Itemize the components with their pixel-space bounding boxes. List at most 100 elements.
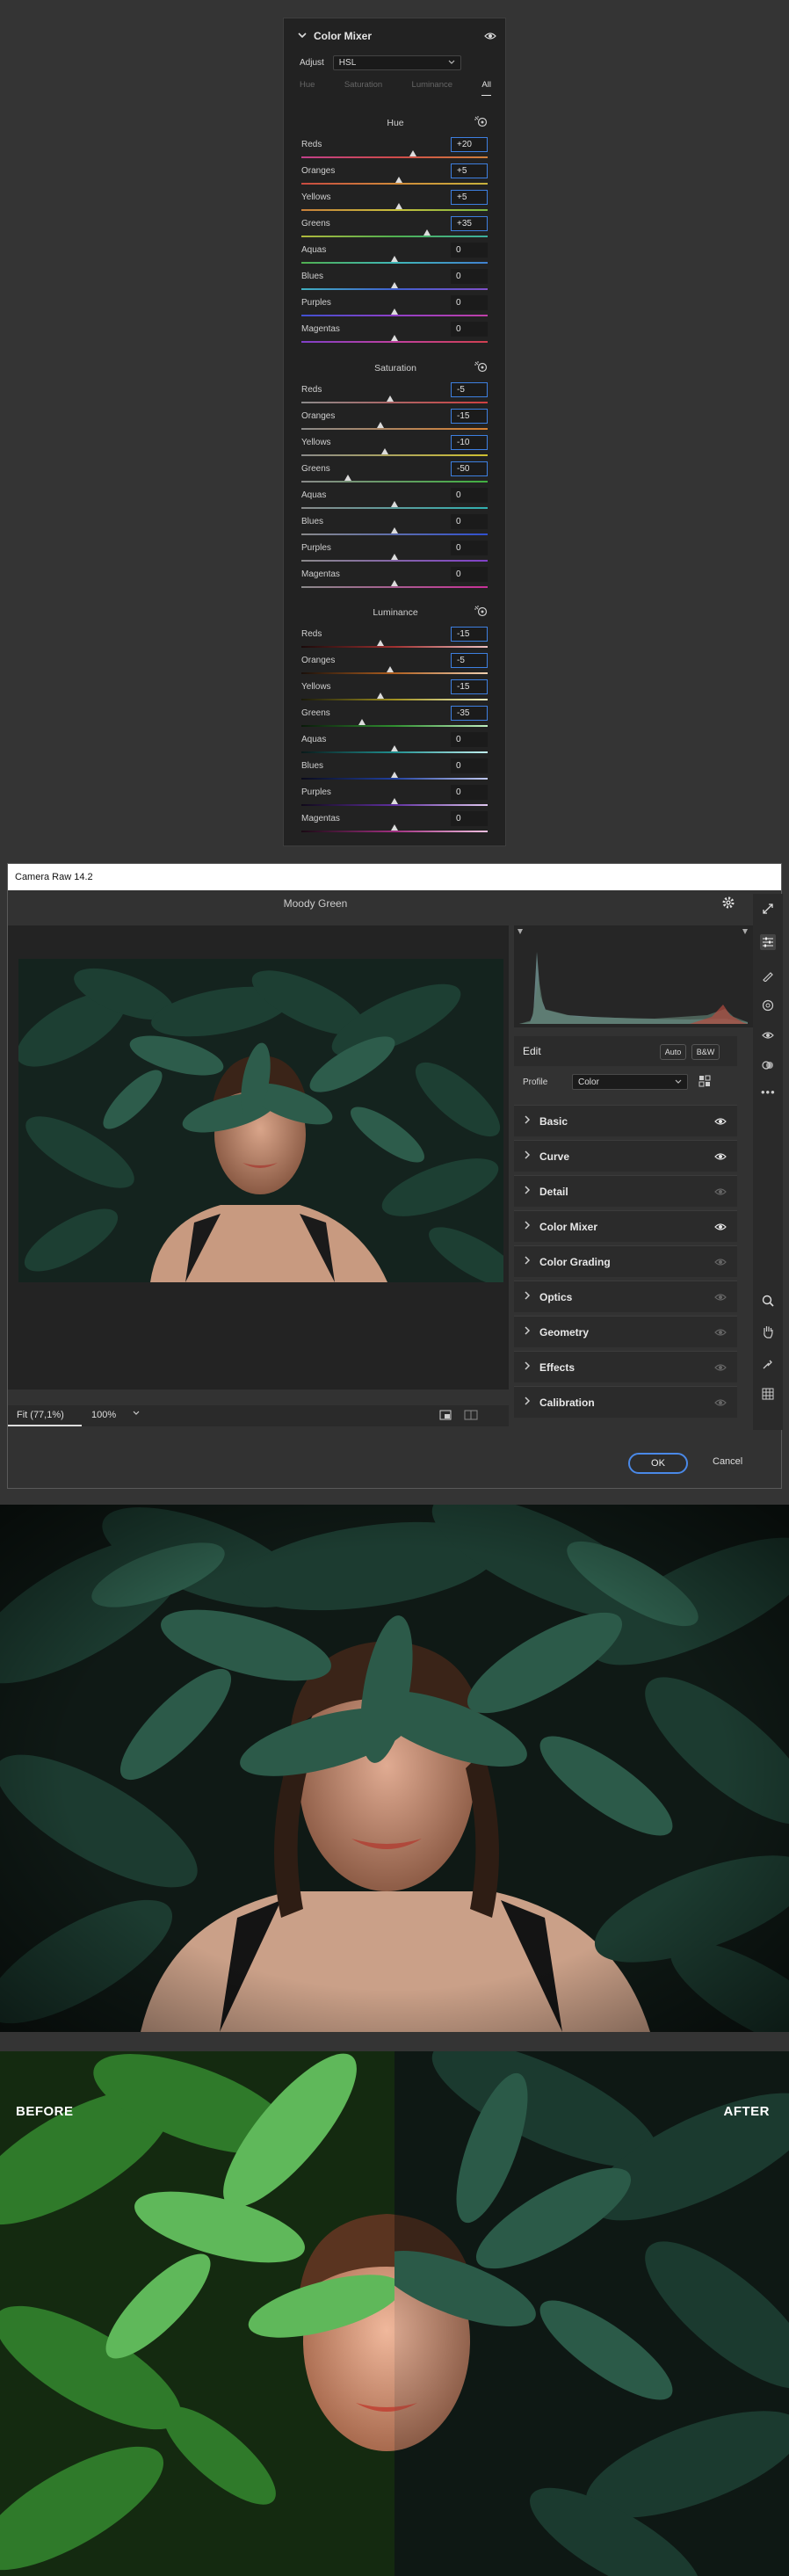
ok-button[interactable]: OK — [628, 1453, 688, 1474]
zoom-icon[interactable] — [762, 1295, 774, 1311]
eye-icon[interactable] — [714, 1151, 727, 1164]
slider-thumb[interactable] — [344, 475, 351, 481]
zoom-100-button[interactable]: 100% — [91, 1410, 116, 1420]
presets-icon[interactable] — [762, 1059, 774, 1076]
highlight-clipping-icon[interactable] — [742, 929, 748, 934]
eye-icon[interactable] — [714, 1362, 727, 1375]
slider-track[interactable] — [301, 672, 488, 674]
slider-thumb[interactable] — [423, 229, 431, 236]
fullscreen-icon[interactable] — [762, 903, 774, 919]
eye-icon[interactable] — [484, 29, 496, 45]
slider-track[interactable] — [301, 236, 488, 237]
gear-icon[interactable] — [721, 896, 735, 914]
profile-select[interactable]: Color — [572, 1074, 688, 1090]
slider-thumb[interactable] — [391, 256, 398, 262]
slider-track[interactable] — [301, 507, 488, 509]
adjust-select[interactable]: HSL — [332, 55, 461, 70]
slider-thumb[interactable] — [358, 719, 366, 725]
slider-track[interactable] — [301, 315, 488, 316]
slider-thumb[interactable] — [395, 177, 403, 183]
slider-thumb[interactable] — [391, 798, 398, 804]
slider-thumb[interactable] — [377, 693, 385, 699]
section-geometry[interactable]: Geometry — [514, 1316, 737, 1347]
slider-value-field[interactable]: 0 — [451, 785, 488, 800]
grid-icon[interactable] — [762, 1388, 774, 1404]
slider-thumb[interactable] — [391, 580, 398, 586]
slider-track[interactable] — [301, 778, 488, 780]
single-view-icon[interactable] — [439, 1409, 452, 1425]
slider-thumb[interactable] — [391, 527, 398, 533]
slider-value-field[interactable]: 0 — [451, 269, 488, 284]
eye-icon[interactable] — [714, 1292, 727, 1304]
section-basic[interactable]: Basic — [514, 1105, 737, 1136]
eye-icon[interactable] — [714, 1116, 727, 1128]
slider-thumb[interactable] — [409, 150, 417, 156]
slider-track[interactable] — [301, 804, 488, 806]
slider-thumb[interactable] — [391, 501, 398, 507]
tab-luminance[interactable]: Luminance — [412, 80, 452, 96]
slider-value-field[interactable]: -15 — [451, 627, 488, 642]
slider-track[interactable] — [301, 183, 488, 185]
slider-thumb[interactable] — [391, 308, 398, 315]
eye-icon[interactable] — [714, 1397, 727, 1410]
zoom-fit-button[interactable]: Fit (77,1%) — [17, 1410, 64, 1420]
before-after-view-icon[interactable] — [464, 1409, 478, 1425]
slider-value-field[interactable]: -15 — [451, 409, 488, 424]
targeted-adjustment-icon[interactable] — [474, 115, 488, 132]
slider-track[interactable] — [301, 402, 488, 403]
slider-thumb[interactable] — [391, 772, 398, 778]
slider-value-field[interactable]: +20 — [451, 137, 488, 152]
auto-button[interactable]: Auto — [660, 1044, 686, 1060]
slider-value-field[interactable]: 0 — [451, 243, 488, 258]
slider-track[interactable] — [301, 586, 488, 588]
slider-thumb[interactable] — [391, 282, 398, 288]
slider-track[interactable] — [301, 560, 488, 562]
tab-all[interactable]: All — [481, 80, 491, 96]
slider-value-field[interactable]: -5 — [451, 653, 488, 668]
slider-value-field[interactable]: 0 — [451, 758, 488, 773]
section-color-mixer[interactable]: Color Mixer — [514, 1210, 737, 1242]
slider-value-field[interactable]: +5 — [451, 163, 488, 178]
slider-value-field[interactable]: 0 — [451, 514, 488, 529]
section-detail[interactable]: Detail — [514, 1175, 737, 1207]
tab-saturation[interactable]: Saturation — [344, 80, 382, 96]
slider-track[interactable] — [301, 699, 488, 700]
edit-tool-icon[interactable] — [760, 934, 776, 950]
red-eye-icon[interactable] — [762, 1029, 774, 1045]
slider-value-field[interactable]: 0 — [451, 295, 488, 310]
slider-value-field[interactable]: -50 — [451, 461, 488, 476]
slider-value-field[interactable]: 0 — [451, 811, 488, 826]
slider-value-field[interactable]: -15 — [451, 679, 488, 694]
slider-track[interactable] — [301, 341, 488, 343]
section-color-grading[interactable]: Color Grading — [514, 1245, 737, 1277]
slider-track[interactable] — [301, 646, 488, 648]
slider-value-field[interactable]: -10 — [451, 435, 488, 450]
section-effects[interactable]: Effects — [514, 1351, 737, 1382]
slider-track[interactable] — [301, 751, 488, 753]
section-optics[interactable]: Optics — [514, 1281, 737, 1312]
slider-thumb[interactable] — [386, 666, 394, 672]
slider-thumb[interactable] — [381, 448, 389, 454]
zoom-dropdown[interactable] — [133, 1409, 140, 1419]
slider-track[interactable] — [301, 209, 488, 211]
slider-value-field[interactable]: -5 — [451, 382, 488, 397]
targeted-adjustment-icon[interactable] — [474, 360, 488, 377]
slider-thumb[interactable] — [391, 335, 398, 341]
slider-thumb[interactable] — [391, 824, 398, 831]
eye-icon[interactable] — [714, 1222, 727, 1234]
tab-hue[interactable]: Hue — [300, 80, 315, 96]
slider-track[interactable] — [301, 533, 488, 535]
slider-value-field[interactable]: 0 — [451, 732, 488, 747]
slider-value-field[interactable]: +5 — [451, 190, 488, 205]
slider-thumb[interactable] — [391, 745, 398, 751]
slider-track[interactable] — [301, 481, 488, 483]
eye-icon[interactable] — [714, 1186, 727, 1199]
eye-icon[interactable] — [714, 1327, 727, 1339]
slider-thumb[interactable] — [377, 422, 385, 428]
chevron-down-icon[interactable] — [298, 30, 307, 42]
targeted-adjustment-icon[interactable] — [474, 605, 488, 621]
section-curve[interactable]: Curve — [514, 1140, 737, 1172]
slider-track[interactable] — [301, 428, 488, 430]
profile-browser-icon[interactable] — [699, 1075, 711, 1092]
section-calibration[interactable]: Calibration — [514, 1386, 737, 1418]
